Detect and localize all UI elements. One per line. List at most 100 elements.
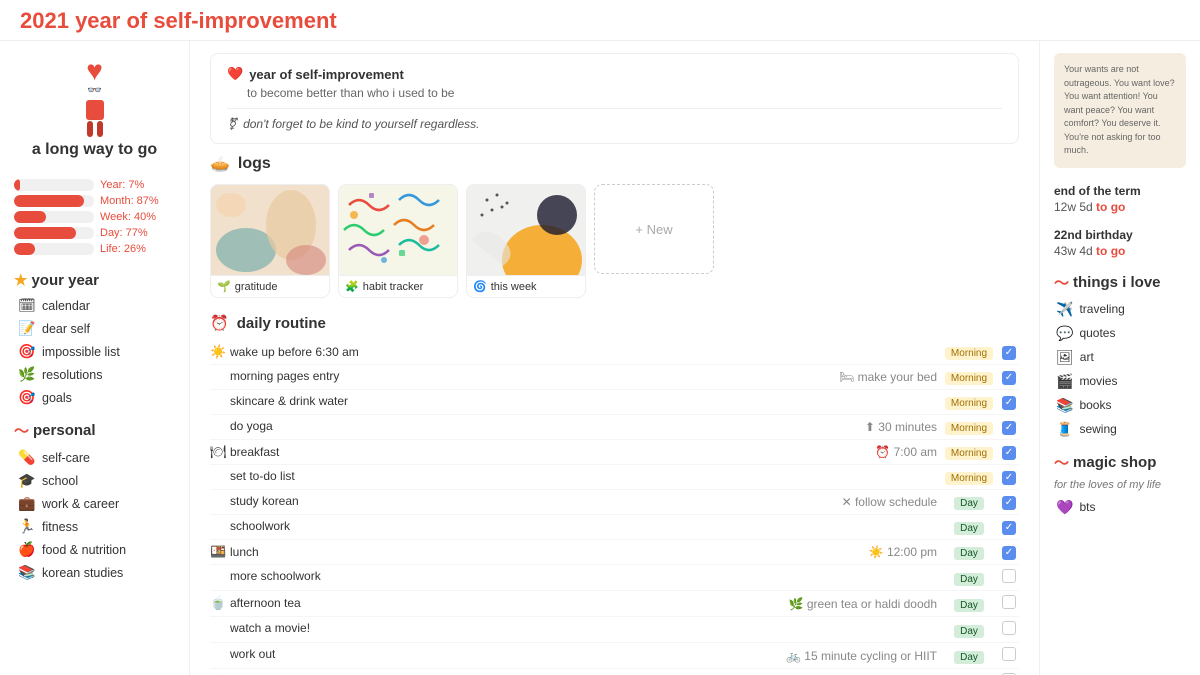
countdown-title: end of the term [1054,184,1186,198]
love-item-quotes[interactable]: 💬 quotes [1054,323,1186,344]
routine-check-cell[interactable]: ✓ [999,365,1019,390]
progress-bar-bg [14,211,94,223]
magic-item-bts[interactable]: 💜 bts [1054,497,1186,518]
sidebar-item-fitness[interactable]: 🏃 fitness [14,516,175,537]
routine-checkbox[interactable]: ✓ [1002,346,1016,360]
routine-checkbox[interactable]: ✓ [1002,521,1016,535]
routine-name-cell: work out [210,643,569,665]
love-item-icon: 🖼 [1056,349,1074,366]
love-item-movies[interactable]: 🎬 movies [1054,371,1186,392]
countdown-22nd-birthday: 22nd birthday 43w 4d to go [1054,228,1186,258]
log-card-gratitude[interactable]: 🌱 gratitude [210,184,330,298]
love-item-label: sewing [1079,422,1116,436]
routine-checkbox[interactable]: ✓ [1002,396,1016,410]
routine-checkbox[interactable]: ✓ [1002,471,1016,485]
routine-tag-cell: Day [939,490,999,515]
routine-check-cell[interactable] [999,669,1019,675]
routine-checkbox[interactable]: ✓ [1002,496,1016,510]
sidebar-item-icon: 🎯 [18,389,36,406]
sidebar-item-resolutions[interactable]: 🌿 resolutions [14,364,175,385]
routine-checkbox[interactable] [1002,621,1016,635]
routine-note-cell: 🚲 15 minute cycling or HIIT [569,643,939,669]
routine-icon: ⏰ [210,314,229,332]
love-item-sewing[interactable]: 🧵 sewing [1054,419,1186,440]
routine-tag-cell: Morning [939,415,999,440]
progress-item: Day: 77% [14,227,175,239]
routine-tag: Day [954,522,984,535]
routine-note-cell [569,515,939,540]
routine-note-cell [569,565,939,591]
progress-label: Year: 7% [100,179,144,191]
sidebar-item-self-care[interactable]: 💊 self-care [14,447,175,468]
routine-tag-cell: Evening [939,669,999,675]
routine-checkbox[interactable] [1002,569,1016,583]
avatar-leg-right [97,121,103,137]
routine-tag-cell: Day [939,617,999,643]
routine-tag: Day [954,651,984,664]
routine-note-cell: 🕖 7:00 pm [569,669,939,675]
main-layout: ♥ 👓 a long way to go Year: 7% [0,41,1200,675]
routine-name: afternoon tea [230,596,301,610]
routine-name-cell: morning pages entry [210,365,569,387]
page-wrapper: 2021 year of self-improvement ♥ 👓 [0,0,1200,675]
title-rest: year of self-improvement [69,8,337,33]
routine-check-cell[interactable] [999,565,1019,591]
routine-row: schoolwork Day ✓ [210,515,1019,540]
goal-title: ❤️ year of self-improvement [227,66,1002,82]
love-item-icon: 📚 [1056,397,1073,414]
routine-checkbox[interactable]: ✓ [1002,546,1016,560]
sidebar-item-label: impossible list [42,345,120,359]
routine-checkbox[interactable] [1002,647,1016,661]
routine-row: do yoga ⬆ 30 minutes Morning ✓ [210,415,1019,440]
routine-check-cell[interactable]: ✓ [999,490,1019,515]
love-item-traveling[interactable]: ✈️ traveling [1054,299,1186,320]
progress-bar-bg [14,179,94,191]
love-item-books[interactable]: 📚 books [1054,395,1186,416]
routine-check-cell[interactable] [999,591,1019,617]
page-title: 2021 year of self-improvement [20,8,1180,34]
sidebar-item-icon: 📝 [18,320,36,337]
routine-check-cell[interactable]: ✓ [999,515,1019,540]
routine-checkbox[interactable] [1002,595,1016,609]
sidebar-item-dear-self[interactable]: 📝 dear self [14,318,175,339]
sidebar-item-label: fitness [42,520,78,534]
sidebar-item-korean-studies[interactable]: 📚 korean studies [14,562,175,583]
new-card[interactable]: + New [594,184,714,274]
sidebar-item-work-&-career[interactable]: 💼 work & career [14,493,175,514]
routine-checkbox[interactable]: ✓ [1002,421,1016,435]
routine-tag: Morning [945,397,993,410]
routine-checkbox[interactable]: ✓ [1002,446,1016,460]
routine-check-cell[interactable]: ✓ [999,415,1019,440]
progress-label: Week: 40% [100,211,156,223]
routine-note-cell [569,617,939,643]
routine-check-cell[interactable]: ✓ [999,440,1019,465]
sidebar-item-label: dear self [42,322,90,336]
routine-tag-cell: Morning [939,465,999,490]
routine-check-cell[interactable]: ✓ [999,540,1019,565]
routine-check-cell[interactable] [999,617,1019,643]
log-card-habit[interactable]: 🧩 habit tracker [338,184,458,298]
log-card-week[interactable]: 🌀 this week [466,184,586,298]
progress-item: Life: 26% [14,243,175,255]
sidebar-item-food-&-nutrition[interactable]: 🍎 food & nutrition [14,539,175,560]
routine-check-cell[interactable]: ✓ [999,465,1019,490]
your-year-items: 🗓 calendar 📝 dear self 🎯 impossible list… [14,295,175,408]
routine-check-cell[interactable]: ✓ [999,390,1019,415]
love-item-icon: 🧵 [1056,421,1073,438]
routine-check-cell[interactable]: ✓ [999,340,1019,365]
logs-icon: 🥧 [210,154,230,174]
love-item-art[interactable]: 🖼 art [1054,347,1186,368]
routine-checkbox[interactable]: ✓ [1002,371,1016,385]
routine-row: watch a movie! Day [210,617,1019,643]
routine-check-cell[interactable] [999,643,1019,669]
habit-icon: 🧩 [345,280,359,293]
sidebar-item-goals[interactable]: 🎯 goals [14,387,175,408]
sidebar-item-school[interactable]: 🎓 school [14,470,175,491]
routine-row-icon: 🍱 [210,544,226,560]
sidebar-item-calendar[interactable]: 🗓 calendar [14,295,175,316]
routine-tag-cell: Morning [939,340,999,365]
sidebar-item-impossible-list[interactable]: 🎯 impossible list [14,341,175,362]
routine-name: work out [230,647,275,661]
routine-row-icon: 🍵 [210,595,226,611]
progress-bar-fill [14,227,76,239]
